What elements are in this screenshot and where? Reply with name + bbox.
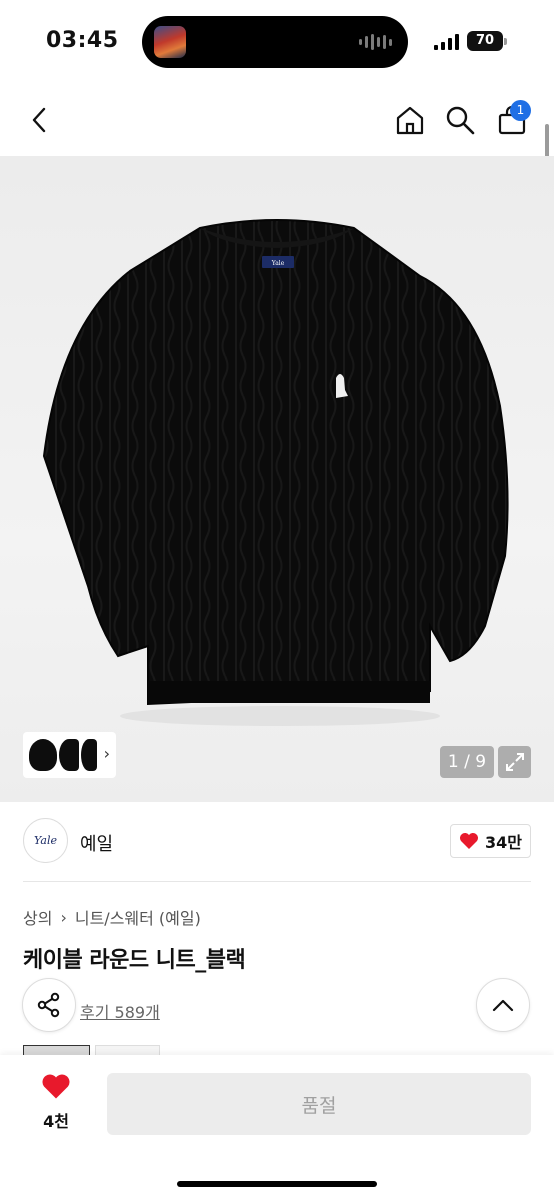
brand-logo[interactable]: Yale	[23, 818, 68, 863]
expand-icon	[505, 753, 524, 771]
now-playing-artwork	[154, 26, 186, 58]
audio-wave-icon	[359, 34, 392, 50]
brand-like-count: 34만	[485, 833, 522, 852]
status-time: 03:45	[46, 28, 119, 53]
status-bar: 03:45 70	[0, 0, 554, 84]
thumbnail[interactable]	[59, 739, 79, 771]
breadcrumb: 상의 › 니트/스웨터 (예일)	[23, 905, 201, 929]
breadcrumb-item[interactable]: 상의	[23, 905, 52, 929]
cart-count-badge: 1	[510, 100, 531, 121]
product-title: 케이블 라운드 니트_블랙	[23, 948, 246, 973]
back-button[interactable]	[22, 102, 58, 138]
sold-out-button[interactable]: 품절	[107, 1073, 531, 1135]
brand-name[interactable]: 예일	[80, 830, 113, 856]
bottom-action-bar: 4천 품절	[0, 1055, 554, 1200]
thumbnail[interactable]	[81, 739, 97, 771]
divider	[23, 881, 531, 882]
thumbnail-strip[interactable]: ›	[23, 732, 116, 778]
chevron-left-icon	[32, 107, 46, 133]
breadcrumb-item[interactable]: 니트/스웨터 (예일)	[75, 905, 201, 929]
share-button[interactable]	[22, 978, 76, 1032]
wishlist-count: 4천	[43, 1112, 69, 1131]
signal-icon	[434, 34, 459, 50]
product-gallery[interactable]: Yale › 1 / 9	[0, 156, 554, 802]
search-icon	[446, 106, 475, 135]
image-counter: 1 / 9	[440, 746, 494, 778]
brand-row: Yale 예일 34만	[0, 802, 554, 882]
scroll-top-button[interactable]	[476, 978, 530, 1032]
heart-icon	[460, 833, 478, 849]
chevron-right-icon[interactable]: ›	[104, 744, 110, 763]
home-button[interactable]	[392, 102, 428, 138]
heart-icon	[42, 1074, 70, 1099]
dynamic-island[interactable]	[142, 16, 408, 68]
home-icon	[396, 106, 424, 135]
brand-like-button[interactable]: 34만	[450, 824, 531, 858]
thumbnail[interactable]	[29, 739, 57, 771]
svg-text:Yale: Yale	[271, 260, 285, 267]
battery-indicator: 70	[467, 31, 503, 51]
chevron-up-icon	[492, 999, 514, 1012]
share-icon	[37, 992, 60, 1018]
search-button[interactable]	[442, 102, 478, 138]
home-indicator[interactable]	[177, 1181, 377, 1187]
product-image: Yale	[42, 219, 509, 726]
breadcrumb-separator-icon: ›	[60, 907, 67, 927]
expand-button[interactable]	[498, 746, 531, 778]
review-link[interactable]: 후기 589개	[80, 999, 160, 1023]
top-navigation	[0, 84, 554, 156]
wishlist-button[interactable]: 4천	[36, 1073, 76, 1132]
battery-nub	[504, 38, 507, 45]
